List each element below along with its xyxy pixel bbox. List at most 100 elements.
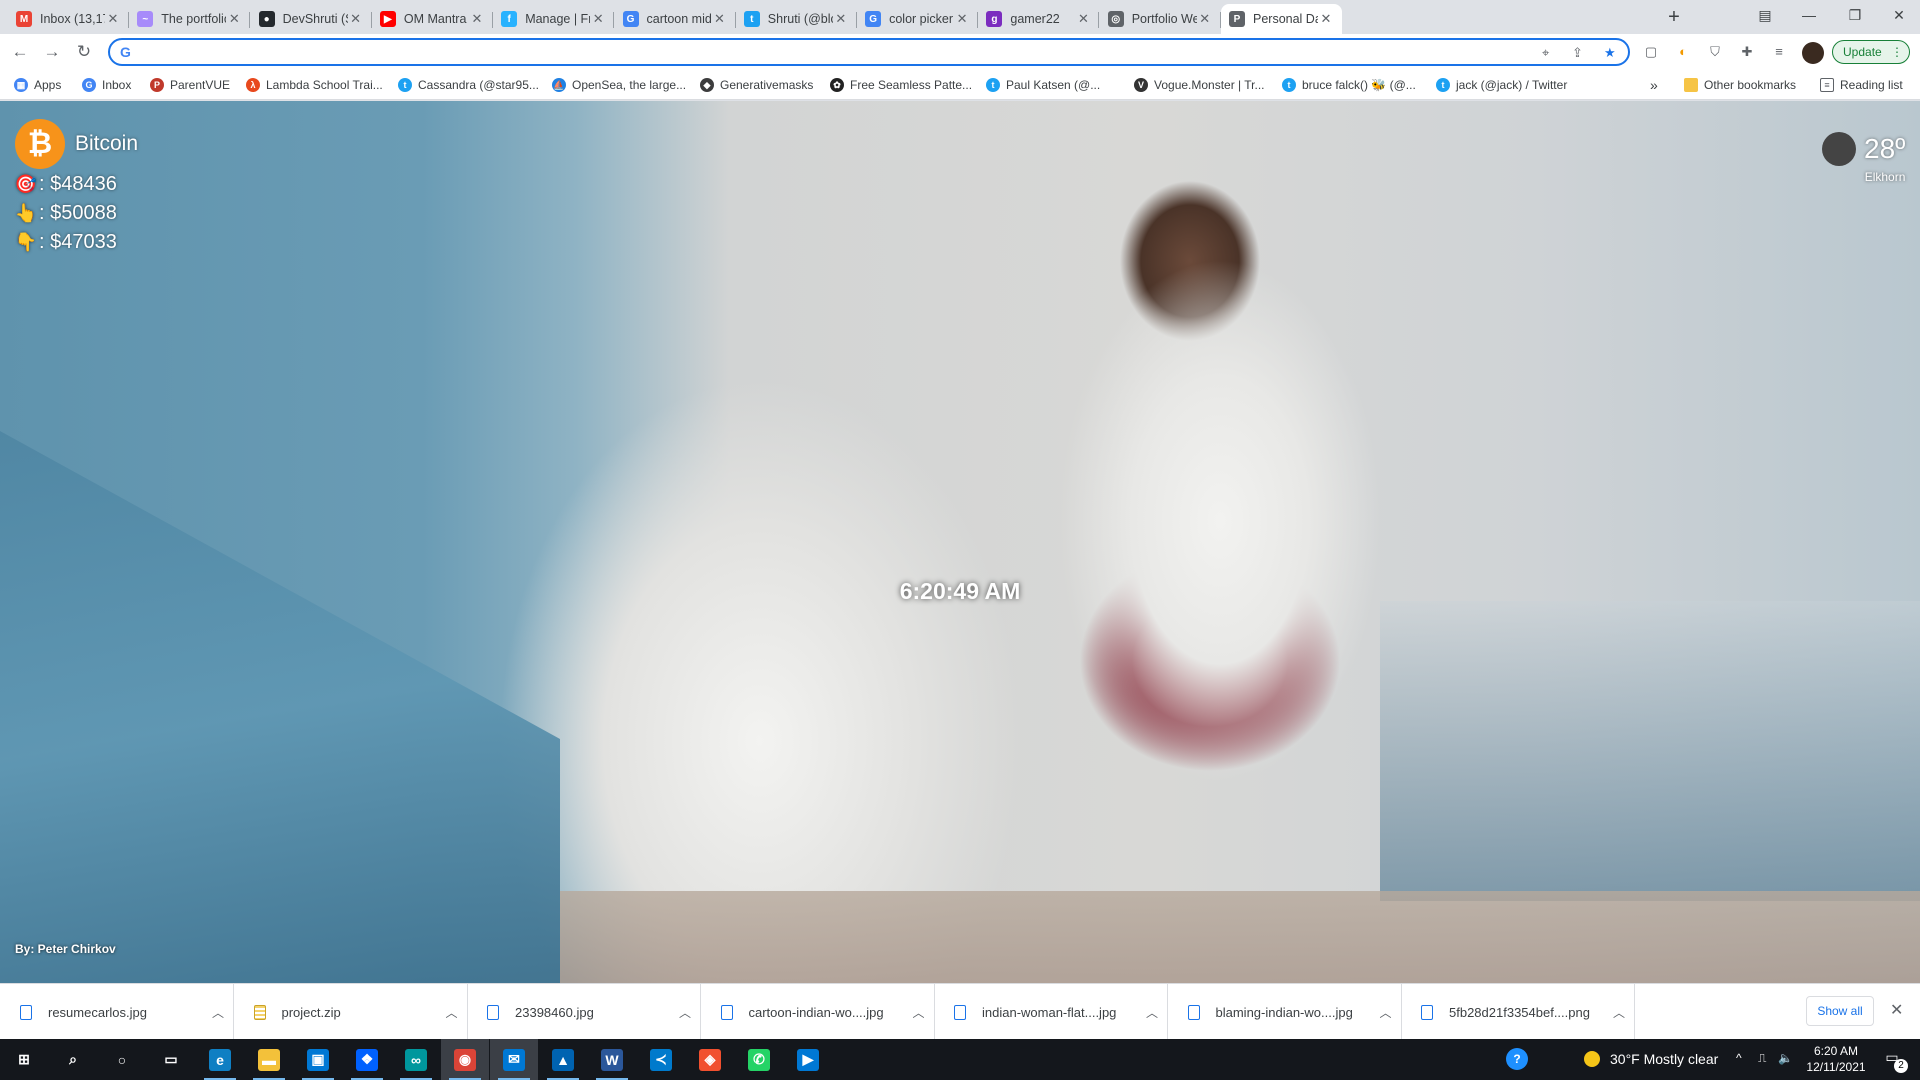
- browser-tab[interactable]: t Shruti (@block_✕: [736, 4, 857, 34]
- close-tab-icon[interactable]: ✕: [105, 11, 121, 27]
- close-window-button[interactable]: ✕: [1876, 0, 1920, 30]
- taskbar-clock[interactable]: 6:20 AM 12/11/2021: [1800, 1043, 1872, 1075]
- download-item[interactable]: project.zip ︿: [234, 984, 468, 1040]
- taskbar-app[interactable]: ◈: [686, 1039, 734, 1080]
- taskbar-app[interactable]: ▭: [147, 1039, 195, 1080]
- close-tab-icon[interactable]: ✕: [469, 11, 485, 27]
- close-tab-icon[interactable]: ✕: [1318, 11, 1334, 27]
- whatsapp-icon: ✆: [748, 1048, 770, 1071]
- chevron-up-icon[interactable]: ︿: [1371, 1004, 1401, 1021]
- browser-tab[interactable]: Gcolor picker - G✕: [857, 4, 979, 34]
- close-tab-icon[interactable]: ✕: [833, 11, 849, 27]
- bookmark-item[interactable]: λ Lambda School Trai...: [246, 76, 383, 94]
- reading-list-button[interactable]: ≡ Reading list: [1820, 76, 1903, 94]
- address-bar[interactable]: G ⌖ ⇪ ★: [108, 38, 1630, 66]
- taskbar-app[interactable]: ⌕: [49, 1039, 97, 1080]
- show-all-downloads-button[interactable]: Show all: [1806, 996, 1874, 1026]
- browser-tab[interactable]: ~ The portfolio - S✕: [129, 4, 251, 34]
- tab-title: Manage | FreeL: [525, 12, 590, 26]
- tray-overflow-icon[interactable]: ^: [1736, 1051, 1742, 1065]
- taskbar-app[interactable]: ▬: [245, 1039, 293, 1080]
- chevron-up-icon[interactable]: ︿: [670, 1004, 700, 1021]
- media-queue-icon[interactable]: ≡: [1770, 43, 1788, 61]
- chevron-up-icon[interactable]: ︿: [904, 1004, 934, 1021]
- address-input[interactable]: [142, 42, 1522, 62]
- download-item[interactable]: resumecarlos.jpg ︿: [0, 984, 234, 1040]
- browser-tab[interactable]: M Inbox (13,172) -✕: [8, 4, 129, 34]
- taskbar-app[interactable]: ✆: [735, 1039, 783, 1080]
- image-file-icon: [1421, 1004, 1433, 1020]
- close-tab-icon[interactable]: ✕: [226, 11, 242, 27]
- bookmark-item[interactable]: t Paul Katsen (@...: [986, 76, 1100, 94]
- close-tab-icon[interactable]: ✕: [1197, 11, 1213, 27]
- share-icon[interactable]: ⇪: [1572, 45, 1583, 61]
- browser-tab[interactable]: ◎ Portfolio Websit✕: [1100, 4, 1221, 34]
- network-icon[interactable]: ⎍: [1758, 1051, 1766, 1066]
- volume-icon[interactable]: 🔈: [1778, 1051, 1793, 1065]
- taskbar-app[interactable]: ∞: [392, 1039, 440, 1080]
- bookmark-item[interactable]: ✿ Free Seamless Patte...: [830, 76, 972, 94]
- minimize-button[interactable]: —: [1786, 0, 1832, 30]
- taskbar-app[interactable]: ⊞: [0, 1039, 48, 1080]
- download-item[interactable]: 5fb28d21f3354bef....png ︿: [1401, 984, 1635, 1040]
- reload-button[interactable]: ↻: [72, 40, 96, 64]
- taskbar-app[interactable]: ▣: [294, 1039, 342, 1080]
- help-icon[interactable]: ?: [1506, 1048, 1528, 1070]
- extension-orange-icon[interactable]: ◐: [1674, 43, 1692, 61]
- taskbar-weather[interactable]: 30°F Mostly clear: [1584, 1051, 1718, 1067]
- bookmark-item[interactable]: P ParentVUE: [150, 76, 230, 94]
- bookmark-item[interactable]: t jack (@jack) / Twitter: [1436, 76, 1567, 94]
- download-item[interactable]: indian-woman-flat....jpg ︿: [934, 984, 1168, 1040]
- close-tab-icon[interactable]: ✕: [1075, 11, 1091, 27]
- bookmarks-overflow-button[interactable]: »: [1650, 76, 1658, 94]
- taskbar-app[interactable]: W: [588, 1039, 636, 1080]
- chevron-up-icon[interactable]: ︿: [1137, 1004, 1167, 1021]
- extensions-puzzle-icon[interactable]: ✚: [1738, 43, 1756, 61]
- taskbar-app[interactable]: ≺: [637, 1039, 685, 1080]
- tab-search-icon[interactable]: ▤: [1742, 0, 1788, 30]
- chevron-up-icon[interactable]: ︿: [203, 1004, 233, 1021]
- chevron-up-icon[interactable]: ︿: [437, 1004, 467, 1021]
- browser-tab[interactable]: f Manage | FreeL✕: [493, 4, 615, 34]
- bookmark-item[interactable]: G Inbox: [82, 76, 131, 94]
- bookmark-item[interactable]: ▦ Apps: [14, 76, 61, 94]
- taskbar-app[interactable]: ▲: [539, 1039, 587, 1080]
- bookmark-star-icon[interactable]: ★: [1604, 45, 1616, 61]
- taskbar-app[interactable]: ◉: [441, 1039, 489, 1080]
- taskbar-app[interactable]: ✉: [490, 1039, 538, 1080]
- taskbar-app[interactable]: ❖: [343, 1039, 391, 1080]
- location-icon[interactable]: ⌖: [1542, 45, 1549, 61]
- extension-shield-icon[interactable]: ⛉: [1706, 43, 1724, 61]
- browser-tab[interactable]: g gamer22 ✕: [978, 4, 1100, 34]
- other-bookmarks-folder[interactable]: Other bookmarks: [1684, 76, 1796, 94]
- back-button[interactable]: ←: [8, 40, 32, 64]
- update-button[interactable]: Update ⋮: [1832, 40, 1910, 64]
- close-tab-icon[interactable]: ✕: [590, 11, 606, 27]
- bookmark-item[interactable]: ◆ Generativemasks: [700, 76, 813, 94]
- close-download-shelf-icon[interactable]: ✕: [1890, 1000, 1903, 1020]
- close-tab-icon[interactable]: ✕: [712, 11, 728, 27]
- forward-button[interactable]: →: [40, 40, 64, 64]
- new-tab-button[interactable]: +: [1662, 6, 1686, 30]
- notification-center-icon[interactable]: ▭ 2: [1882, 1049, 1908, 1073]
- browser-tab[interactable]: ▶ OM Mantra Vib✕: [372, 4, 493, 34]
- bookmark-item[interactable]: ⛵ OpenSea, the large...: [552, 76, 686, 94]
- taskbar-app[interactable]: e: [196, 1039, 244, 1080]
- bookmark-item[interactable]: t Cassandra (@star95...: [398, 76, 539, 94]
- browser-tab[interactable]: ● DevShruti (Shruti✕: [251, 4, 372, 34]
- download-item[interactable]: blaming-indian-wo....jpg ︿: [1168, 984, 1402, 1040]
- bookmark-item[interactable]: t bruce falck() 🐝 (@...: [1282, 76, 1416, 94]
- close-tab-icon[interactable]: ✕: [348, 11, 364, 27]
- browser-tab[interactable]: Gcartoon middle✕: [615, 4, 736, 34]
- extension-blank-icon[interactable]: ▢: [1642, 43, 1660, 61]
- download-item[interactable]: 23398460.jpg ︿: [467, 984, 701, 1040]
- profile-avatar[interactable]: [1802, 42, 1824, 64]
- browser-tab[interactable]: P Personal Dashb✕: [1221, 4, 1342, 34]
- taskbar-app[interactable]: ▶: [784, 1039, 832, 1080]
- close-tab-icon[interactable]: ✕: [954, 11, 970, 27]
- taskbar-app[interactable]: ○: [98, 1039, 146, 1080]
- bookmark-item[interactable]: V Vogue.Monster | Tr...: [1134, 76, 1265, 94]
- chevron-up-icon[interactable]: ︿: [1604, 1004, 1634, 1021]
- restore-button[interactable]: ❐: [1832, 0, 1878, 30]
- download-item[interactable]: cartoon-indian-wo....jpg ︿: [701, 984, 935, 1040]
